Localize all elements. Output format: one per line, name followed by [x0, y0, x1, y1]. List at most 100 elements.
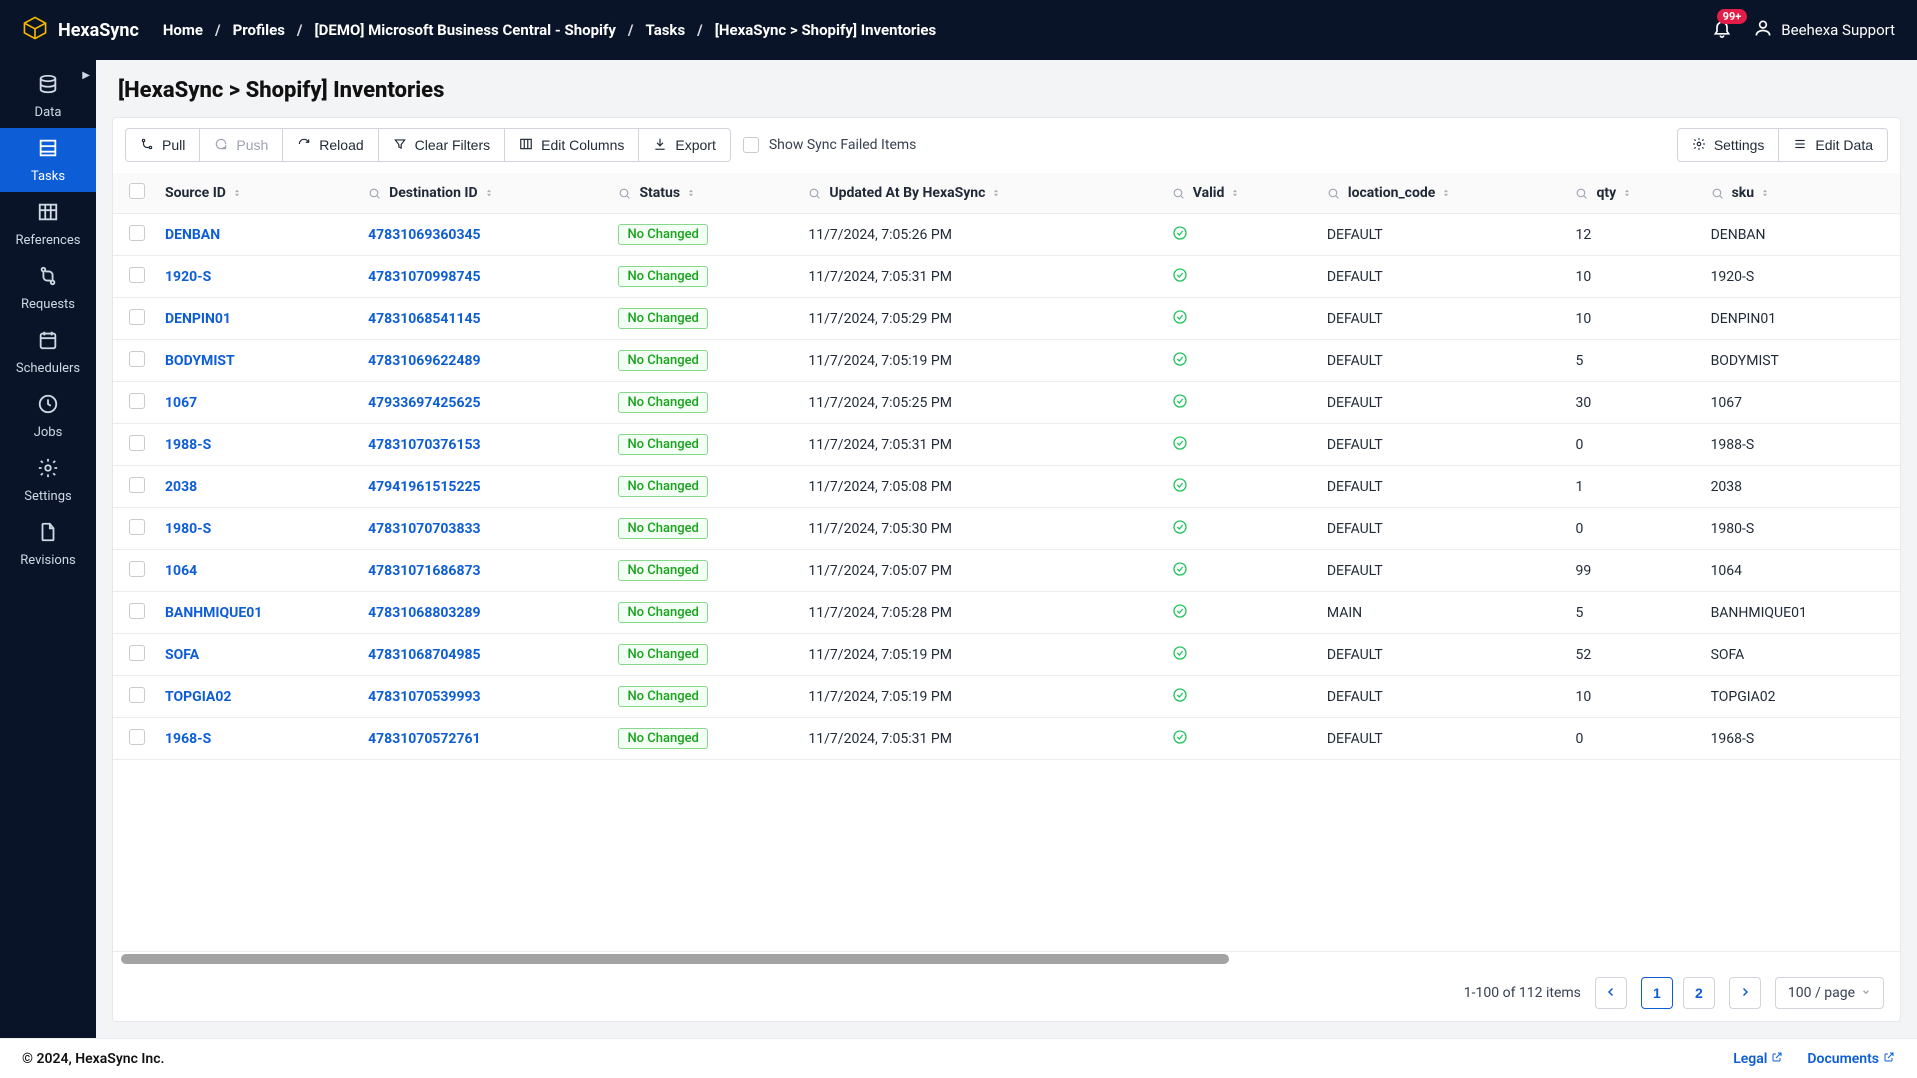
sidenav-item-jobs[interactable]: Jobs [0, 384, 96, 448]
row-select[interactable] [113, 340, 153, 382]
cell-source-id[interactable]: DENPIN01 [153, 298, 356, 340]
table-row: BANHMIQUE0147831068803289No Changed11/7/… [113, 592, 1900, 634]
cell-destination-id[interactable]: 47831069622489 [356, 340, 606, 382]
external-link-icon [1771, 1051, 1783, 1067]
data-table-scroll[interactable]: Source ID Destination ID StatusUpdated At … [113, 173, 1900, 951]
cell-destination-id[interactable]: 47831069360345 [356, 214, 606, 256]
pagination-page-2[interactable]: 2 [1683, 977, 1715, 1009]
column-header-status[interactable]: Status [606, 173, 796, 214]
column-header-updated_at[interactable]: Updated At By HexaSync [796, 173, 1159, 214]
row-select[interactable] [113, 634, 153, 676]
pagination-page-1[interactable]: 1 [1641, 977, 1673, 1009]
column-header-source_id[interactable]: Source ID [153, 173, 356, 214]
sidenav-item-requests[interactable]: Requests [0, 256, 96, 320]
row-select[interactable] [113, 256, 153, 298]
column-header-location_code[interactable]: location_code [1315, 173, 1564, 214]
row-select[interactable] [113, 298, 153, 340]
logo[interactable]: HexaSync [22, 15, 139, 45]
row-select[interactable] [113, 508, 153, 550]
edit-data-button[interactable]: Edit Data [1778, 128, 1888, 162]
footer-documents-link[interactable]: Documents [1807, 1051, 1895, 1067]
cell-source-id[interactable]: SOFA [153, 634, 356, 676]
pagination-next[interactable] [1729, 977, 1761, 1009]
breadcrumb-item[interactable]: Home [163, 21, 203, 39]
edit-columns-label: Edit Columns [541, 137, 624, 153]
sidenav-item-revisions[interactable]: Revisions [0, 512, 96, 576]
breadcrumb-item[interactable]: [DEMO] Microsoft Business Central - Shop… [314, 21, 615, 39]
push-button[interactable]: Push [199, 128, 282, 162]
footer-legal-link[interactable]: Legal [1733, 1051, 1783, 1067]
cell-source-id[interactable]: BANHMIQUE01 [153, 592, 356, 634]
row-select[interactable] [113, 466, 153, 508]
cell-status: No Changed [606, 550, 796, 592]
cell-source-id[interactable]: 1920-S [153, 256, 356, 298]
column-header-qty[interactable]: qty [1563, 173, 1698, 214]
cell-status: No Changed [606, 256, 796, 298]
cell-source-id[interactable]: 1980-S [153, 508, 356, 550]
sidenav-item-schedulers[interactable]: Schedulers [0, 320, 96, 384]
cell-qty: 10 [1563, 298, 1698, 340]
settings-button[interactable]: Settings [1677, 128, 1779, 162]
cell-source-id[interactable]: DENBAN [153, 214, 356, 256]
sidenav-item-data[interactable]: Data▶ [0, 64, 96, 128]
cell-destination-id[interactable]: 47831071686873 [356, 550, 606, 592]
sidenav-item-settings[interactable]: Settings [0, 448, 96, 512]
checkbox-icon [129, 477, 145, 493]
cell-destination-id[interactable]: 47831070376153 [356, 424, 606, 466]
horizontal-scrollbar[interactable] [113, 951, 1900, 965]
cell-location-code: DEFAULT [1315, 214, 1564, 256]
cell-destination-id[interactable]: 47831070572761 [356, 718, 606, 760]
cell-destination-id[interactable]: 47831070703833 [356, 508, 606, 550]
column-select-all[interactable] [113, 173, 153, 214]
row-select[interactable] [113, 214, 153, 256]
cell-source-id[interactable]: 1968-S [153, 718, 356, 760]
column-header-label: Destination ID [389, 185, 478, 201]
notifications-button[interactable]: 99+ [1709, 17, 1735, 43]
row-select[interactable] [113, 718, 153, 760]
edit-columns-button[interactable]: Edit Columns [504, 128, 638, 162]
column-header-sku[interactable]: sku [1699, 173, 1900, 214]
breadcrumb-item[interactable]: [HexaSync > Shopify] Inventories [715, 21, 936, 39]
user-menu[interactable]: Beehexa Support [1753, 18, 1895, 42]
reload-button[interactable]: Reload [282, 128, 377, 162]
cell-source-id[interactable]: BODYMIST [153, 340, 356, 382]
side-nav: Data▶TasksReferencesRequestsSchedulersJo… [0, 60, 96, 1038]
sidenav-item-references[interactable]: References [0, 192, 96, 256]
cell-source-id[interactable]: TOPGIA02 [153, 676, 356, 718]
checkbox-icon [743, 137, 759, 153]
cell-location-code: DEFAULT [1315, 550, 1564, 592]
pull-button[interactable]: Pull [125, 128, 199, 162]
row-select[interactable] [113, 424, 153, 466]
breadcrumb-item[interactable]: Profiles [233, 21, 285, 39]
clear-filters-button[interactable]: Clear Filters [378, 128, 504, 162]
row-select[interactable] [113, 676, 153, 718]
cell-destination-id[interactable]: 47941961515225 [356, 466, 606, 508]
row-select[interactable] [113, 550, 153, 592]
cell-sku: 2038 [1699, 466, 1900, 508]
user-icon [1753, 18, 1773, 42]
row-select[interactable] [113, 382, 153, 424]
page-size-select[interactable]: 100 / page [1775, 977, 1884, 1009]
main-content: [HexaSync > Shopify] Inventories Pull Pu… [96, 60, 1917, 1038]
cell-destination-id[interactable]: 47831070539993 [356, 676, 606, 718]
show-sync-failed-toggle[interactable]: Show Sync Failed Items [743, 137, 917, 153]
cell-source-id[interactable]: 1988-S [153, 424, 356, 466]
cell-updated-at: 11/7/2024, 7:05:31 PM [796, 424, 1159, 466]
cell-destination-id[interactable]: 47831070998745 [356, 256, 606, 298]
cell-destination-id[interactable]: 47831068541145 [356, 298, 606, 340]
check-circle-icon [1172, 481, 1188, 497]
export-button[interactable]: Export [638, 128, 730, 162]
cell-destination-id[interactable]: 47831068704985 [356, 634, 606, 676]
cell-source-id[interactable]: 1067 [153, 382, 356, 424]
cell-source-id[interactable]: 2038 [153, 466, 356, 508]
column-header-valid[interactable]: Valid [1160, 173, 1315, 214]
cell-destination-id[interactable]: 47831068803289 [356, 592, 606, 634]
row-select[interactable] [113, 592, 153, 634]
sidenav-item-tasks[interactable]: Tasks [0, 128, 96, 192]
cell-source-id[interactable]: 1064 [153, 550, 356, 592]
column-header-destination_id[interactable]: Destination ID [356, 173, 606, 214]
cell-destination-id[interactable]: 47933697425625 [356, 382, 606, 424]
pagination-prev[interactable] [1595, 977, 1627, 1009]
breadcrumb-item[interactable]: Tasks [646, 21, 686, 39]
logo-icon [22, 15, 48, 45]
